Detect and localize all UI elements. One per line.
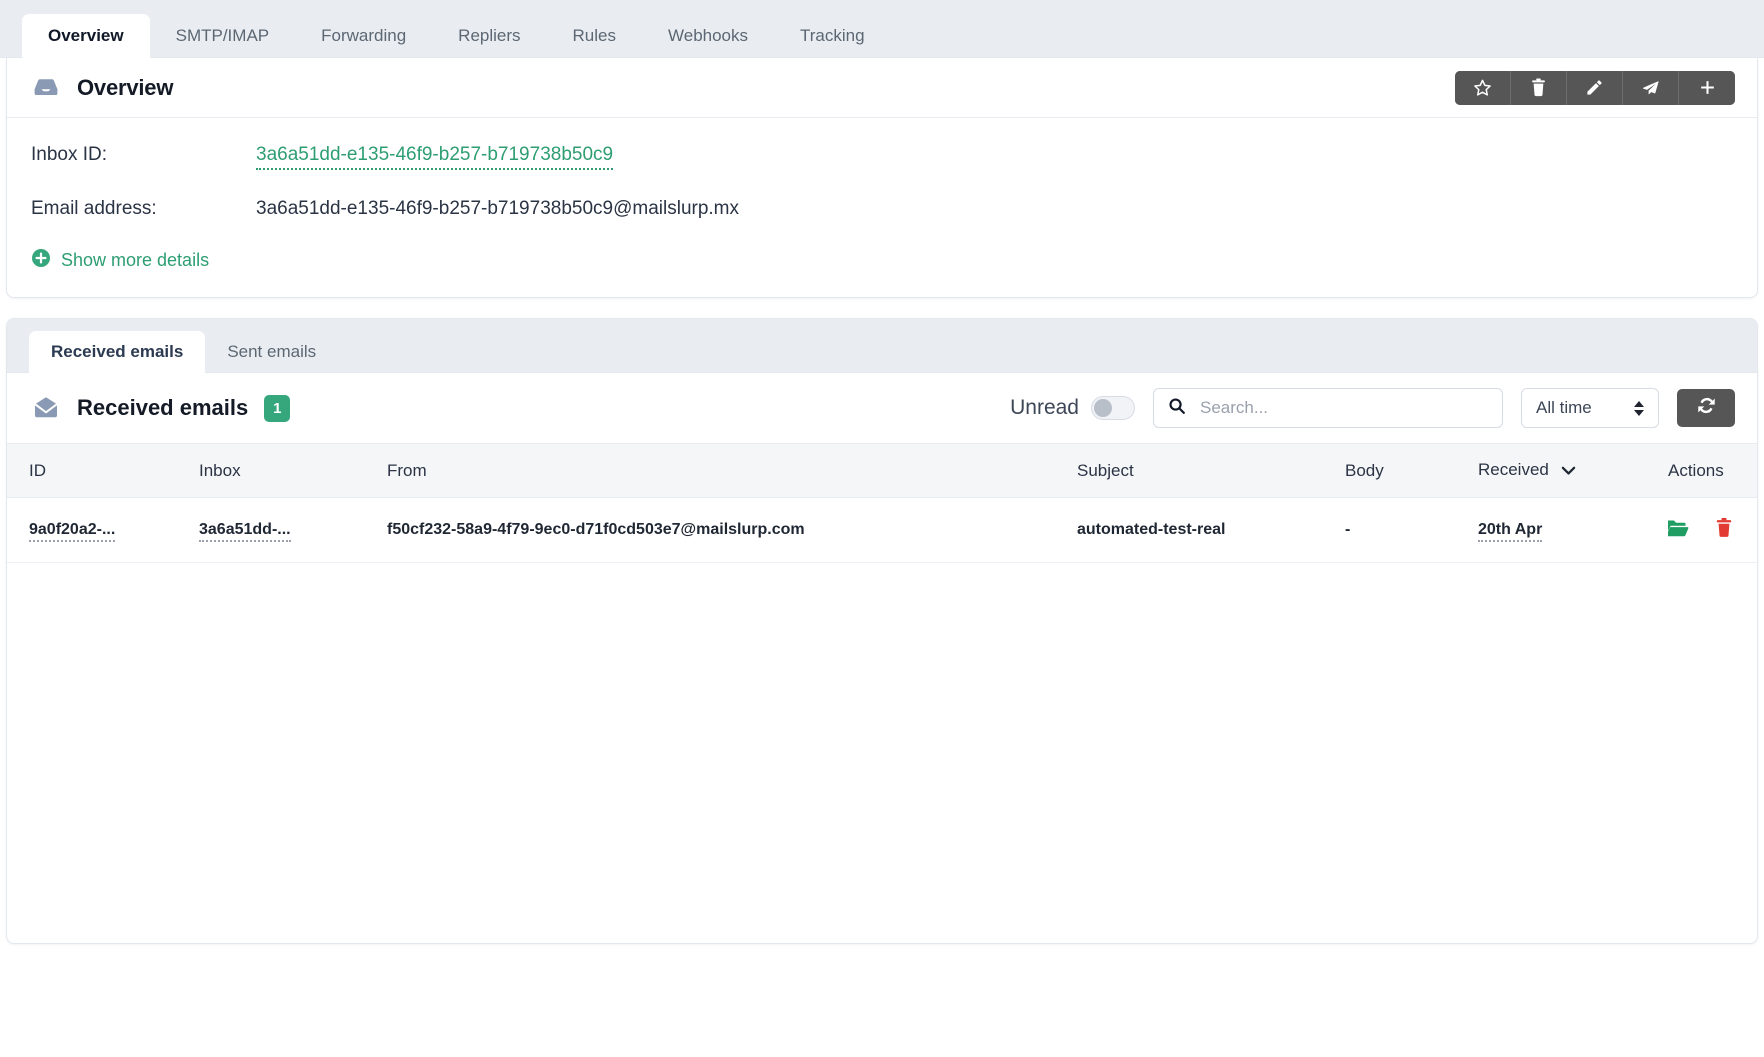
column-header-received[interactable]: Received	[1478, 443, 1668, 498]
emails-tabs: Received emails Sent emails	[7, 319, 1757, 373]
cell-received: 20th Apr	[1478, 497, 1668, 563]
overview-header-left: Overview	[31, 75, 173, 101]
field-label: Email address:	[31, 198, 157, 219]
tab-rules[interactable]: Rules	[547, 14, 642, 58]
trash-icon	[1715, 517, 1733, 542]
column-header-actions: Actions	[1668, 443, 1757, 498]
field-email-address: Email address: 3a6a51dd-e135-46f9-b257-b…	[31, 198, 1733, 220]
search-input[interactable]	[1198, 397, 1488, 419]
plus-circle-icon	[31, 248, 51, 273]
emails-toolbar: Received emails 1 Unread Search... All t…	[7, 373, 1757, 443]
show-more-details-label: Show more details	[61, 250, 210, 270]
tab-label: Tracking	[800, 26, 865, 45]
tab-received-emails[interactable]: Received emails	[29, 331, 206, 373]
unread-label: Unread	[1010, 396, 1079, 419]
cell-subject: automated-test-real	[1077, 497, 1345, 563]
inbox-id-link[interactable]: 3a6a51dd-e135-46f9-b257-b719738b50c9	[256, 144, 614, 170]
row-action-buttons	[1668, 517, 1733, 543]
emails-toolbar-right: Unread All time	[1010, 388, 1735, 428]
chevron-down-icon	[1561, 461, 1576, 481]
tab-forwarding[interactable]: Forwarding	[295, 14, 432, 58]
edit-button[interactable]	[1567, 70, 1623, 105]
table-empty-space	[7, 563, 1757, 923]
field-inbox-id: Inbox ID: 3a6a51dd-e135-46f9-b257-b71973…	[31, 144, 1733, 170]
overview-card: Overview Inbox ID: 3a6a51dd-e135-46f9-b2…	[6, 58, 1758, 298]
tab-label: Forwarding	[321, 26, 407, 45]
tab-label: Rules	[572, 26, 616, 45]
tab-label: Sent emails	[227, 342, 317, 361]
tab-label: Webhooks	[668, 26, 749, 45]
tab-label: Received emails	[51, 342, 184, 361]
add-button[interactable]	[1679, 70, 1735, 105]
email-address-value: 3a6a51dd-e135-46f9-b257-b719738b50c9@mai…	[256, 198, 740, 219]
cell-from: f50cf232-58a9-4f79-9ec0-d71f0cd503e7@mai…	[387, 497, 1077, 563]
cell-actions	[1668, 497, 1757, 563]
column-header-subject[interactable]: Subject	[1077, 443, 1345, 498]
tab-label: Repliers	[458, 26, 521, 45]
refresh-icon	[1696, 395, 1717, 421]
table-header: ID Inbox From Subject Body Received Acti…	[7, 443, 1757, 498]
envelope-open-icon	[31, 395, 61, 421]
unread-filter[interactable]: Unread	[1010, 396, 1135, 420]
favorite-button[interactable]	[1455, 70, 1511, 105]
cell-inbox: 3a6a51dd-...	[199, 497, 387, 563]
paper-plane-icon	[1641, 78, 1660, 97]
overview-action-buttons	[1455, 70, 1735, 105]
tab-label: Overview	[48, 26, 124, 45]
time-filter-select[interactable]: All time	[1521, 388, 1659, 428]
column-header-body[interactable]: Body	[1345, 443, 1478, 498]
search-icon	[1168, 397, 1186, 420]
page-title: Overview	[77, 74, 174, 100]
tab-webhooks[interactable]: Webhooks	[642, 14, 774, 58]
primary-tabs: Overview SMTP/IMAP Forwarding Repliers R…	[0, 0, 1764, 58]
emails-toolbar-left: Received emails 1	[31, 394, 291, 422]
tab-repliers[interactable]: Repliers	[432, 14, 546, 58]
plus-icon	[1698, 78, 1717, 97]
emails-card: Received emails Sent emails Received ema…	[6, 318, 1758, 944]
tab-overview[interactable]: Overview	[22, 14, 150, 58]
updown-arrows-icon	[1634, 400, 1644, 416]
inbox-detail-page: Overview SMTP/IMAP Forwarding Repliers R…	[0, 0, 1764, 1057]
received-date: 20th Apr	[1478, 521, 1543, 542]
inbox-icon	[31, 76, 61, 100]
delete-button[interactable]	[1511, 70, 1567, 105]
email-id-link[interactable]: 9a0f20a2-...	[29, 521, 116, 542]
inbox-id-link[interactable]: 3a6a51dd-...	[199, 521, 291, 542]
folder-open-icon	[1668, 520, 1689, 542]
time-filter-value: All time	[1536, 398, 1592, 417]
column-header-inbox[interactable]: Inbox	[199, 443, 387, 498]
tab-smtp-imap[interactable]: SMTP/IMAP	[150, 14, 296, 58]
table-header-row: ID Inbox From Subject Body Received Acti…	[7, 443, 1757, 498]
send-button[interactable]	[1623, 70, 1679, 105]
table-body: 9a0f20a2-... 3a6a51dd-... f50cf232-58a9-…	[7, 497, 1757, 563]
cell-id: 9a0f20a2-...	[7, 497, 199, 563]
overview-body: Inbox ID: 3a6a51dd-e135-46f9-b257-b71973…	[7, 118, 1757, 297]
received-emails-table: ID Inbox From Subject Body Received Acti…	[7, 443, 1757, 563]
tab-tracking[interactable]: Tracking	[774, 14, 891, 58]
show-more-details-button[interactable]: Show more details	[31, 248, 1733, 273]
tab-sent-emails[interactable]: Sent emails	[205, 331, 338, 373]
search-box[interactable]	[1153, 388, 1503, 428]
emails-count-badge: 1	[264, 394, 291, 422]
toggle-knob	[1094, 399, 1112, 417]
open-email-button[interactable]	[1668, 518, 1689, 543]
overview-header: Overview	[7, 58, 1757, 118]
tab-label: SMTP/IMAP	[175, 26, 270, 45]
refresh-button[interactable]	[1677, 389, 1735, 427]
cell-body: -	[1345, 497, 1478, 563]
delete-email-button[interactable]	[1715, 517, 1733, 543]
star-icon	[1473, 78, 1492, 97]
column-header-received-label: Received	[1478, 460, 1549, 480]
emails-section-title: Received emails	[77, 395, 249, 420]
unread-toggle[interactable]	[1091, 396, 1135, 420]
table-row[interactable]: 9a0f20a2-... 3a6a51dd-... f50cf232-58a9-…	[7, 497, 1757, 563]
column-header-from[interactable]: From	[387, 443, 1077, 498]
pencil-icon	[1585, 78, 1604, 97]
trash-icon	[1530, 78, 1547, 97]
field-label: Inbox ID:	[31, 144, 108, 165]
column-header-id[interactable]: ID	[7, 443, 199, 498]
